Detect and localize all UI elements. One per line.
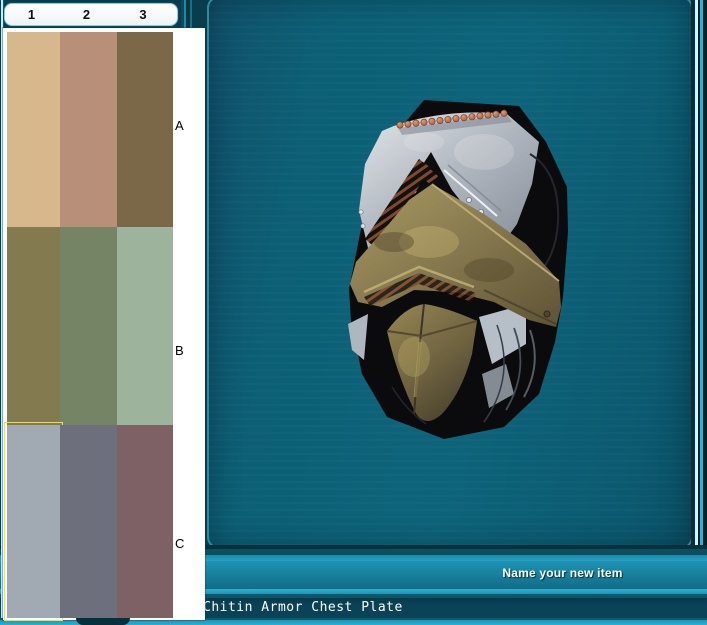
row-label-b: B — [175, 343, 184, 358]
item-customization-window: Name your new item 1 2 3 A B C — [0, 0, 707, 625]
color-palette-panel: 1 2 3 A B C — [0, 0, 207, 622]
color-swatch-1c[interactable] — [4, 422, 63, 621]
name-prompt-label: Name your new item — [502, 566, 623, 580]
color-swatch-3c[interactable] — [117, 425, 173, 618]
palette-swatch-panel: A B C — [3, 28, 205, 621]
color-swatch-3b[interactable] — [117, 227, 173, 425]
palette-column-header-tab: 1 2 3 — [4, 3, 178, 26]
column-header-1: 1 — [27, 7, 36, 22]
bottom-chrome-notch — [76, 618, 130, 625]
column-header-3: 3 — [139, 7, 147, 22]
color-swatch-1a[interactable] — [7, 32, 60, 227]
chitin-armor-chest-plate-image — [348, 100, 568, 439]
column-header-2: 2 — [82, 7, 91, 22]
color-swatch-2a[interactable] — [60, 32, 117, 227]
item-name-input[interactable] — [200, 597, 691, 618]
color-swatch-1b[interactable] — [7, 227, 60, 425]
color-swatch-2b[interactable] — [60, 227, 117, 425]
color-swatch-2c[interactable] — [60, 425, 117, 618]
window-chrome-line — [703, 0, 707, 625]
row-label-c: C — [175, 536, 185, 551]
color-swatch-3a[interactable] — [117, 32, 173, 227]
row-label-a: A — [175, 118, 184, 133]
